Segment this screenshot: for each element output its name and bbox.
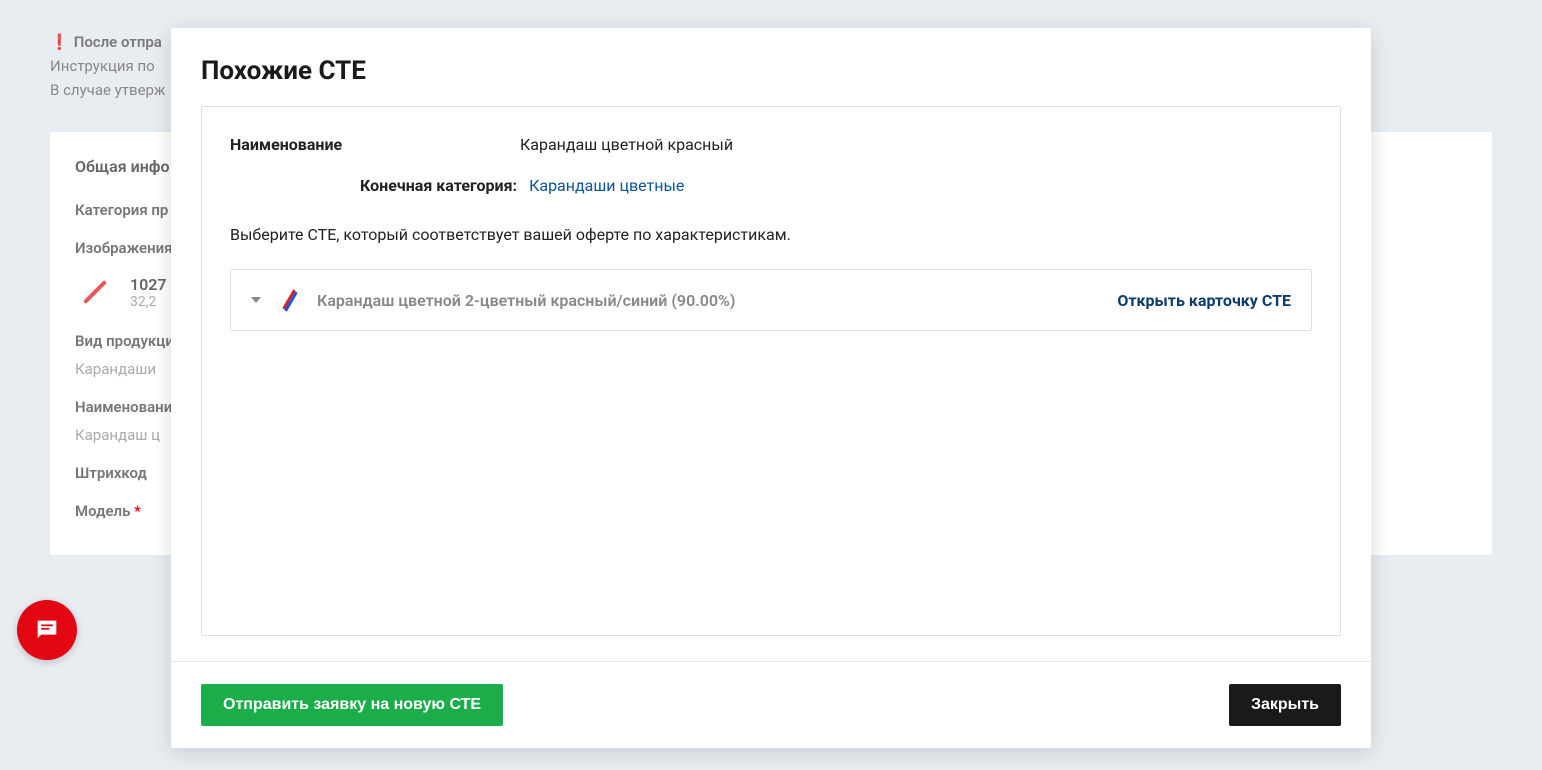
close-button[interactable]: Закрыть <box>1229 684 1341 726</box>
modal-panel: Наименование Карандаш цветной красный Ко… <box>201 106 1341 636</box>
modal-name-label: Наименование <box>230 135 480 154</box>
modal-body: Наименование Карандаш цветной красный Ко… <box>171 106 1371 661</box>
similar-cte-modal: Похожие СТЕ Наименование Карандаш цветно… <box>171 28 1371 748</box>
modal-header: Похожие СТЕ <box>171 28 1371 106</box>
caret-down-icon[interactable] <box>251 297 261 303</box>
cte-thumbnail <box>275 286 303 314</box>
category-row: Конечная категория: Карандаши цветные <box>360 176 1312 195</box>
cte-item-name: Карандаш цветной 2-цветный красный/синий… <box>317 291 1103 310</box>
submit-new-cte-button[interactable]: Отправить заявку на новую СТЕ <box>201 684 503 726</box>
modal-overlay: Похожие СТЕ Наименование Карандаш цветно… <box>0 0 1542 770</box>
modal-title: Похожие СТЕ <box>201 56 1341 86</box>
open-cte-card-link[interactable]: Открыть карточку СТЕ <box>1117 291 1291 310</box>
modal-category-link[interactable]: Карандаши цветные <box>529 176 684 195</box>
modal-footer: Отправить заявку на новую СТЕ Закрыть <box>171 661 1371 748</box>
cte-item[interactable]: Карандаш цветной 2-цветный красный/синий… <box>230 269 1312 331</box>
modal-instruction: Выберите СТЕ, который соответствует ваше… <box>230 225 1312 244</box>
modal-category-label: Конечная категория: <box>360 176 517 195</box>
modal-name-value: Карандаш цветной красный <box>520 135 733 154</box>
name-row: Наименование Карандаш цветной красный <box>230 135 1312 154</box>
